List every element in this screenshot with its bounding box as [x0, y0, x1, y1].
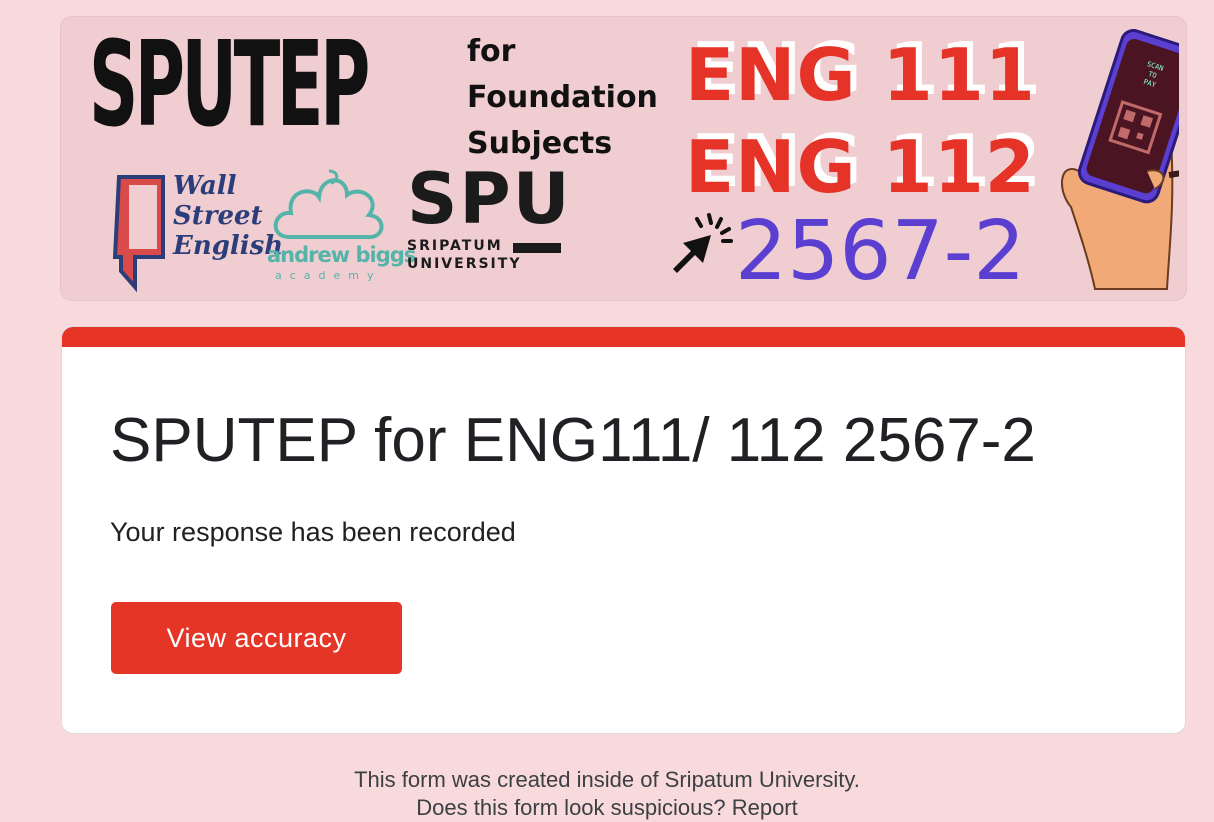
- spu-name-line: UNIVERSITY: [407, 256, 522, 272]
- wse-line: Wall: [173, 171, 237, 201]
- banner-subtitle-line: for: [467, 34, 516, 69]
- spu-logo: SPU: [407, 158, 572, 240]
- banner-subtitle: for Foundation Subjects: [467, 29, 658, 167]
- header-banner-image: SPUTEP for Foundation Subjects Wall Stre…: [60, 16, 1187, 301]
- semester-year: 2567-2: [735, 204, 1026, 299]
- hand-phone-qr-icon: SCAN TO PAY: [1060, 29, 1179, 290]
- footer-created-text: This form was created inside of Sripatum…: [354, 767, 860, 792]
- course-eng112: ENG 112: [685, 125, 1036, 209]
- banner-title: SPUTEP: [89, 16, 370, 153]
- course-eng111: ENG 111: [685, 33, 1036, 117]
- wall-street-english-logo: [112, 175, 165, 293]
- banner-subtitle-line: Foundation: [467, 80, 658, 115]
- footer-report-link[interactable]: Does this form look suspicious? Report: [0, 794, 1214, 822]
- wse-line: Street: [173, 201, 263, 231]
- andrew-biggs-logo-icon: [273, 169, 384, 240]
- form-confirmation-card: SPUTEP for ENG111/ 112 2567-2 Your respo…: [61, 326, 1186, 734]
- andrew-biggs-name: andrew biggs: [267, 243, 416, 267]
- confirmation-message: Your response has been recorded: [110, 517, 516, 547]
- form-title: SPUTEP for ENG111/ 112 2567-2: [110, 406, 1036, 475]
- andrew-biggs-subtext: academy: [275, 269, 382, 282]
- form-footer: This form was created inside of Sripatum…: [0, 766, 1214, 822]
- view-accuracy-button[interactable]: View accuracy: [111, 602, 402, 674]
- spu-name: SRIPATUM UNIVERSITY: [407, 237, 521, 273]
- spu-name-line: SRIPATUM: [407, 238, 503, 254]
- click-cursor-icon: [673, 213, 733, 273]
- card-accent-bar: [62, 327, 1185, 347]
